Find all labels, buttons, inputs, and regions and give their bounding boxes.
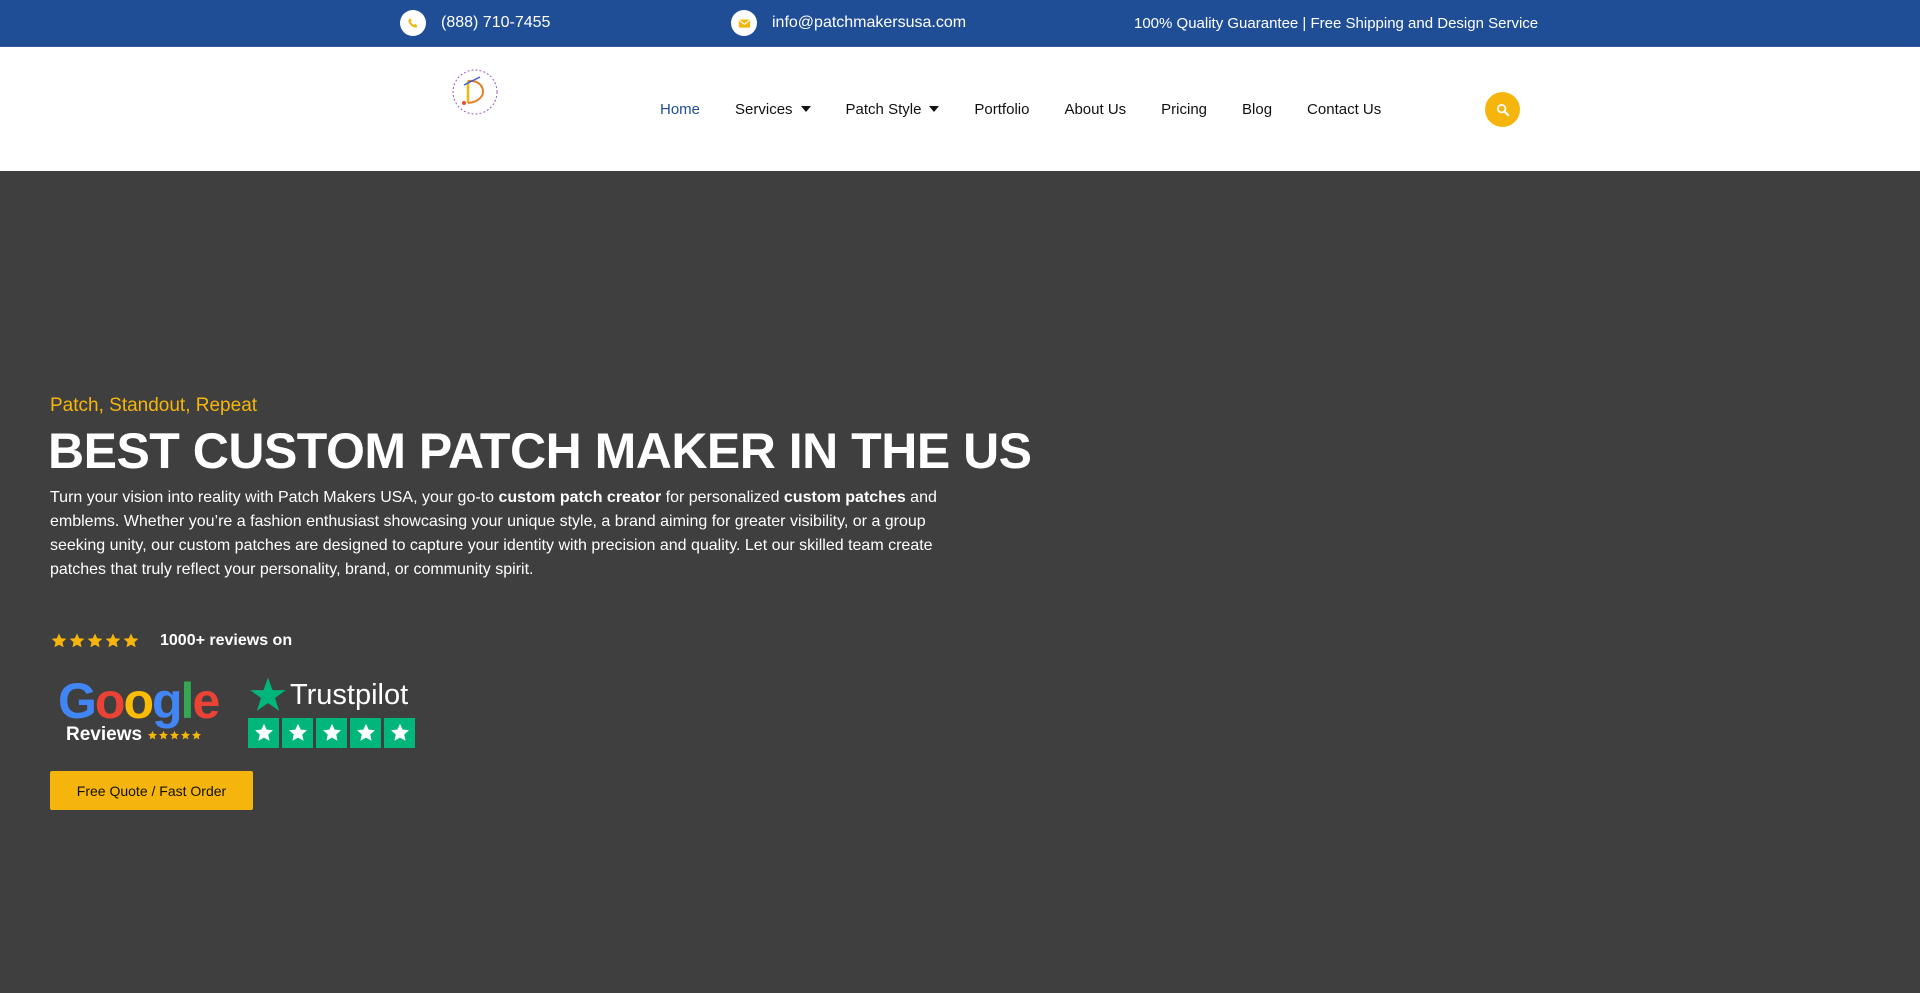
desc-highlight: custom patch creator [498,489,662,506]
hero-title: BEST CUSTOM PATCH MAKER IN THE US [48,423,1032,479]
main-nav: Home Services Patch Style Portfolio Abou… [660,47,1416,171]
google-letter: g [152,673,183,729]
star-icon [288,723,307,741]
desc-text: Turn your vision into reality with Patch… [50,489,499,506]
trustpilot-star-box [248,718,279,748]
star-icon [148,730,158,739]
google-letter: l [180,673,195,729]
rating-stars [50,632,140,650]
hero-description: Turn your vision into reality with Patch… [50,486,980,582]
star-icon [254,723,273,741]
nav-portfolio[interactable]: Portfolio [974,101,1029,118]
star-icon [69,633,85,648]
nav-patch-style[interactable]: Patch Style [846,101,940,118]
chevron-down-icon [929,106,940,112]
nav-home[interactable]: Home [660,101,700,118]
email-address[interactable]: info@patchmakersusa.com [772,14,966,32]
nav-about-us[interactable]: About Us [1064,101,1126,118]
nav-about-us-label: About Us [1064,100,1127,118]
star-icon [322,723,341,741]
nav-home-label: Home [660,100,701,118]
star-icon [51,633,67,648]
search-button[interactable] [1485,92,1520,127]
star-icon [192,730,202,739]
nav-services-label: Services [735,100,793,118]
google-logo: Google [58,674,228,728]
site-header: Home Services Patch Style Portfolio Abou… [0,47,1920,171]
google-letter: o [94,673,126,729]
envelope-icon [731,10,757,36]
trustpilot-star-box [316,718,347,748]
star-icon [390,723,409,741]
brand-logo[interactable] [450,67,500,117]
search-icon [1496,103,1509,116]
nav-blog-label: Blog [1242,100,1273,118]
star-icon [170,730,180,739]
trustpilot-star-box [282,718,313,748]
trustpilot-rating [248,718,418,748]
free-quote-button[interactable]: Free Quote / Fast Order [50,771,253,810]
star-icon [356,723,375,741]
phone-number[interactable]: (888) 710-7455 [441,14,550,32]
google-letter: o [123,673,154,729]
trustpilot-star-box [384,718,415,748]
nav-contact-us[interactable]: Contact Us [1307,101,1381,118]
google-reviews-text: Reviews [66,724,143,745]
star-icon [181,730,191,739]
google-letter: e [192,673,220,729]
nav-services[interactable]: Services [735,101,811,118]
star-icon [87,633,103,648]
trustpilot-text: Trustpilot [290,678,409,711]
reviews-summary: 1000+ reviews on [50,632,292,650]
nav-contact-us-label: Contact Us [1307,100,1382,118]
google-letter: G [58,673,97,729]
phone-contact[interactable]: (888) 710-7455 [400,0,550,46]
hero-tagline: Patch, Standout, Repeat [50,395,258,416]
trustpilot-star-icon [250,677,286,711]
phone-icon [400,10,426,36]
trustpilot-star-box [350,718,381,748]
hero-section: Patch, Standout, Repeat BEST CUSTOM PATC… [0,171,1920,993]
review-badges: Google Reviews Trustpilot [58,674,418,754]
star-icon [123,633,139,648]
desc-highlight: custom patches [783,489,906,506]
top-bar: (888) 710-7455 info@patchmakersusa.com 1… [0,0,1920,47]
nav-pricing[interactable]: Pricing [1161,101,1207,118]
chevron-down-icon [800,106,811,112]
nav-pricing-label: Pricing [1161,100,1208,118]
star-icon [105,633,121,648]
nav-portfolio-label: Portfolio [974,100,1030,118]
guarantee-text: 100% Quality Guarantee | Free Shipping a… [1134,14,1539,32]
trustpilot-logo: Trustpilot [248,674,418,716]
email-contact[interactable]: info@patchmakersusa.com [731,0,966,46]
google-reviews-badge[interactable]: Google Reviews [58,674,228,754]
nav-blog[interactable]: Blog [1242,101,1272,118]
star-icon [159,730,169,739]
desc-text: for personalized [661,489,784,506]
nav-patch-style-label: Patch Style [845,100,922,118]
reviews-count-text: 1000+ reviews on [160,632,293,649]
trustpilot-badge[interactable]: Trustpilot [248,674,418,748]
